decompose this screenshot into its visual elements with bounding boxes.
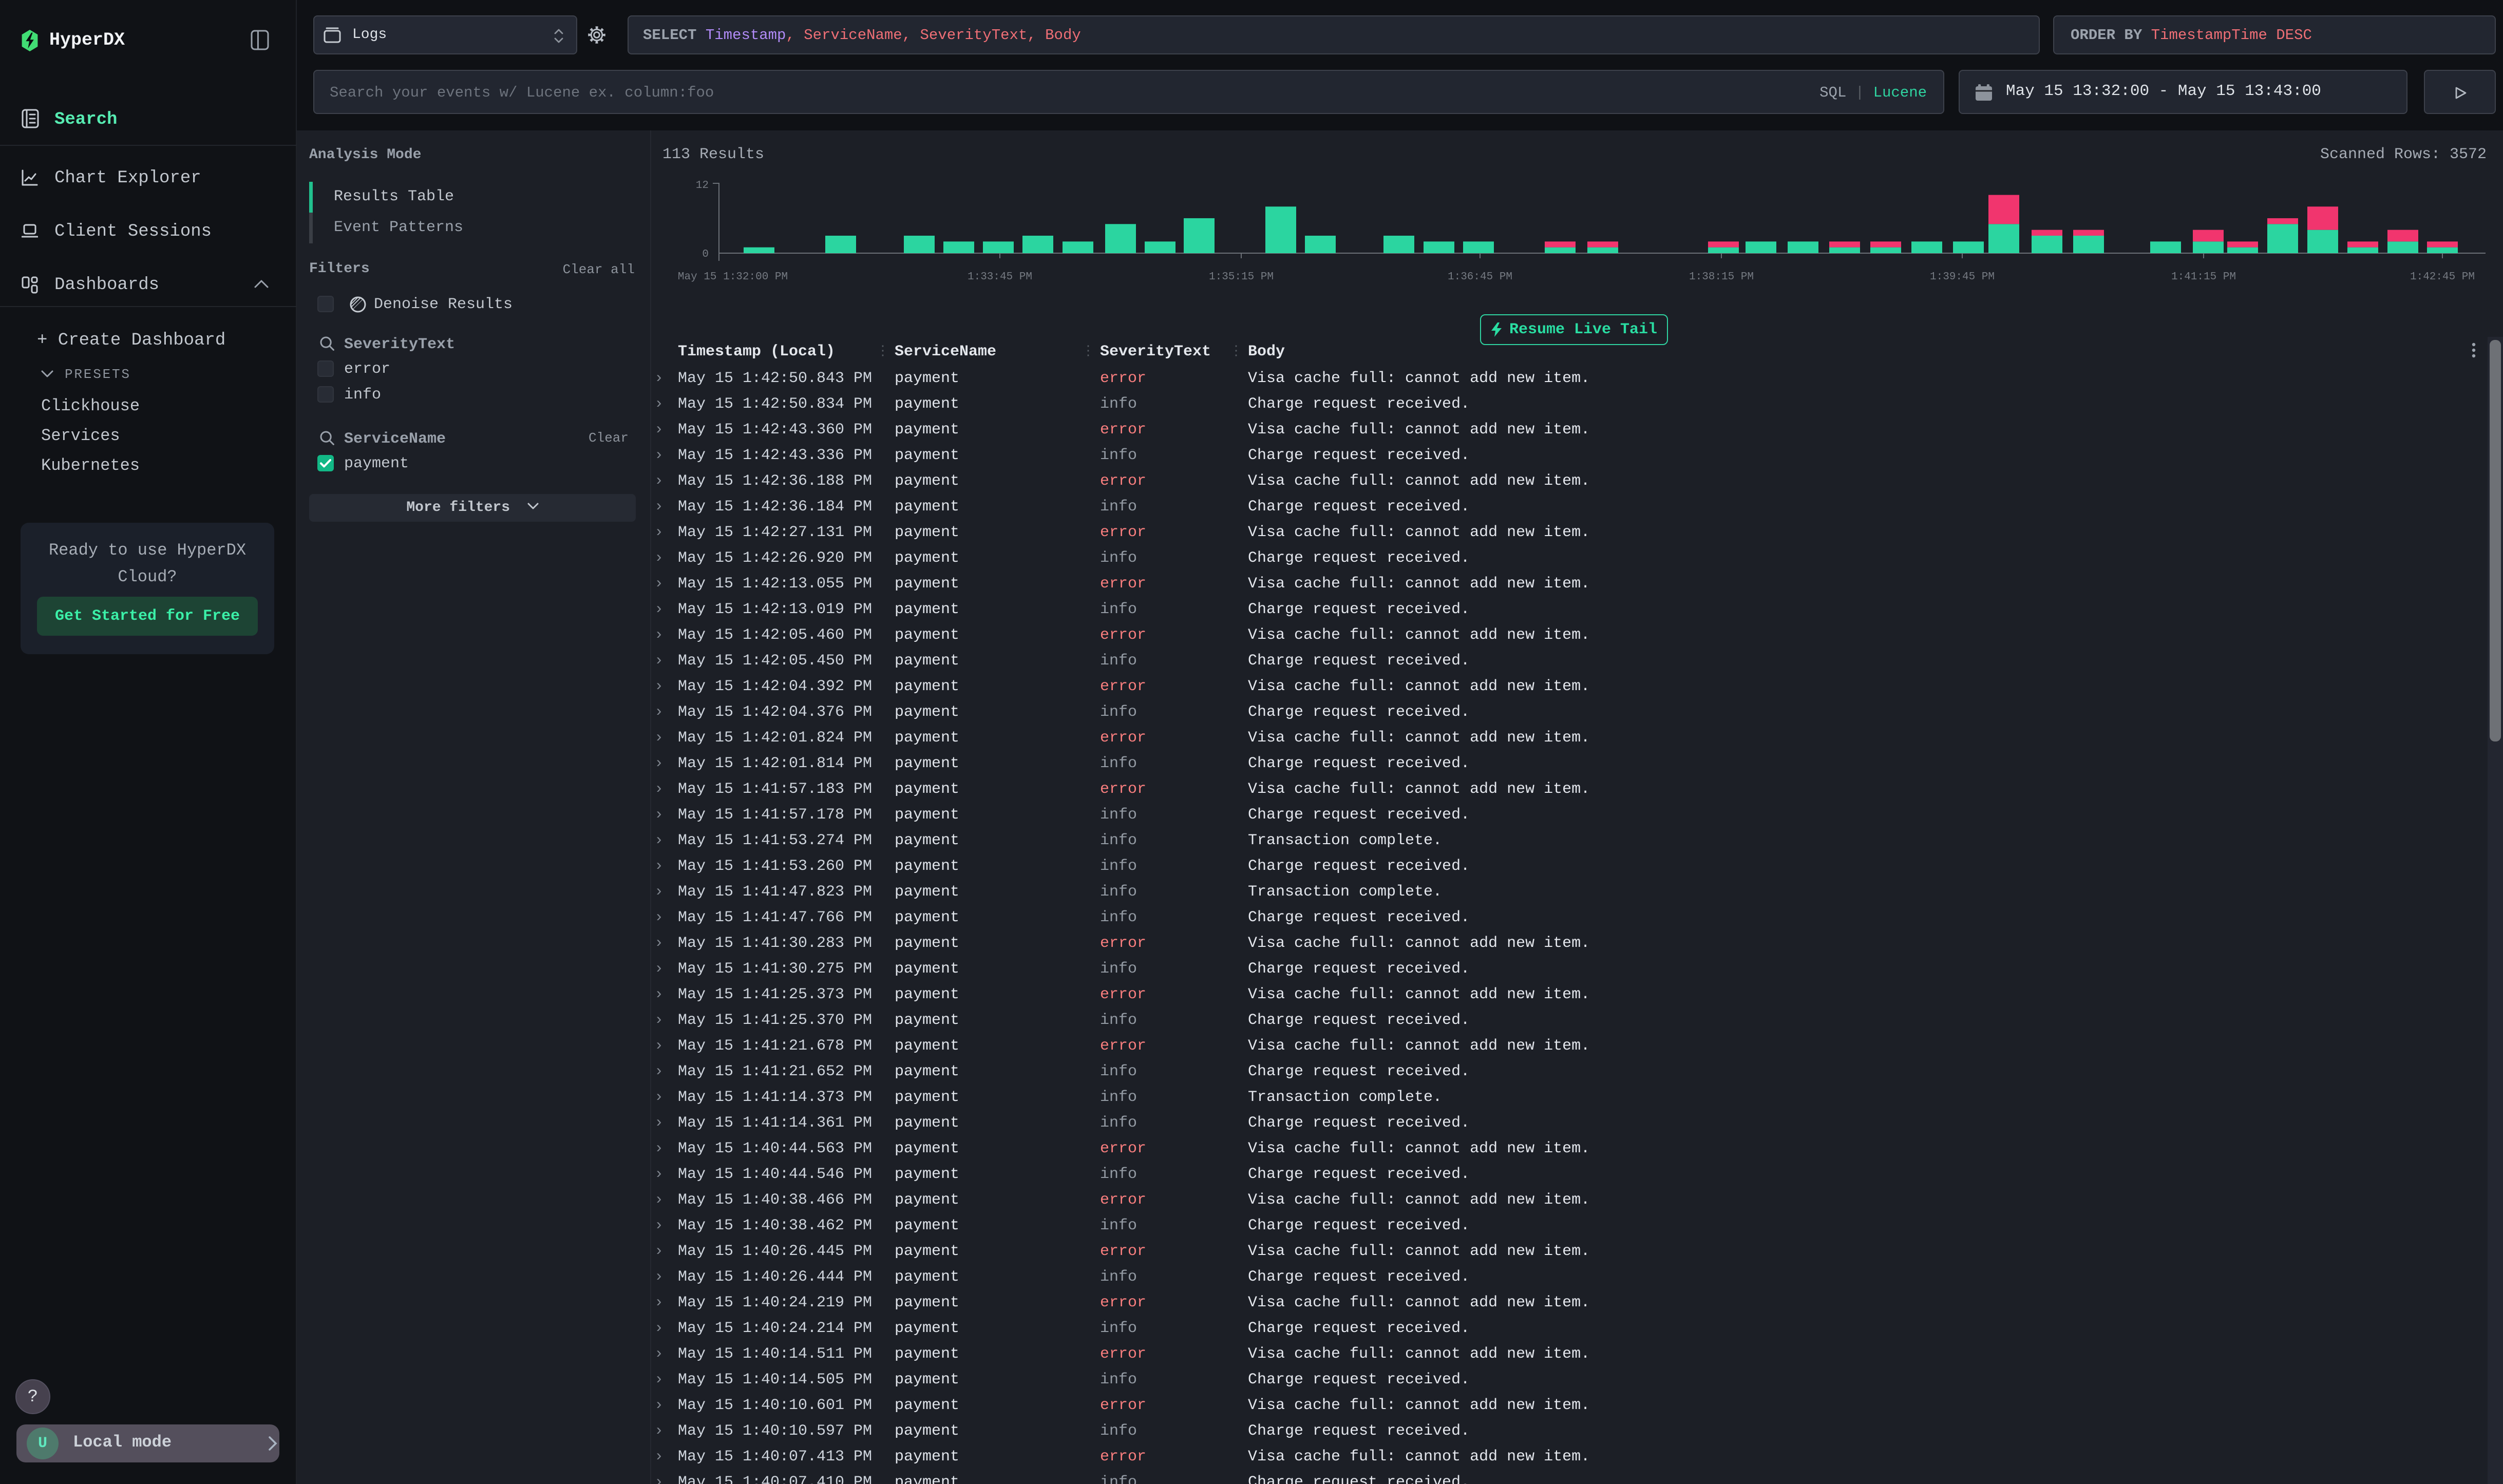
svg-text:1:35:15 PM: 1:35:15 PM — [1209, 271, 1274, 283]
svg-text:1:39:45 PM: 1:39:45 PM — [1930, 271, 1995, 283]
svg-text:1:38:15 PM: 1:38:15 PM — [1689, 271, 1754, 283]
svg-text:May 15 1:32:00 PM: May 15 1:32:00 PM — [678, 271, 788, 283]
svg-text:1:33:45 PM: 1:33:45 PM — [968, 271, 1032, 283]
svg-text:0: 0 — [702, 249, 709, 260]
svg-text:1:36:45 PM: 1:36:45 PM — [1448, 271, 1512, 283]
svg-text:1:42:45 PM: 1:42:45 PM — [2410, 271, 2475, 283]
svg-text:1:41:15 PM: 1:41:15 PM — [2171, 271, 2236, 283]
svg-text:12: 12 — [696, 180, 709, 192]
